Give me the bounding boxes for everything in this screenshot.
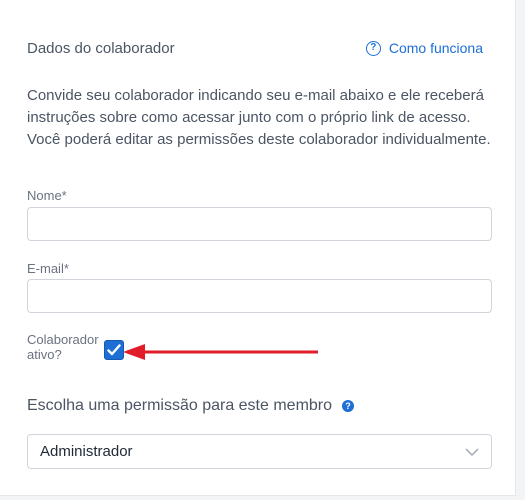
annotation-arrow-icon <box>123 344 318 360</box>
name-input[interactable] <box>27 207 492 241</box>
collaborator-form-panel: Dados do colaborador ? Como funciona Con… <box>0 0 516 496</box>
permission-heading: Escolha uma permissão para este membro ? <box>27 397 355 415</box>
checkmark-icon <box>107 344 121 356</box>
email-label: E-mail* <box>27 261 69 276</box>
section-title: Dados do colaborador <box>27 40 175 57</box>
chevron-down-icon <box>465 448 479 456</box>
permission-heading-text: Escolha uma permissão para este membro <box>27 397 333 414</box>
active-checkbox-label: Colaborador ativo? <box>27 332 99 362</box>
how-it-works-label: Como funciona <box>388 40 483 56</box>
active-checkbox[interactable] <box>104 340 124 360</box>
how-it-works-link[interactable]: ? Como funciona <box>365 40 483 56</box>
info-icon[interactable]: ? <box>342 400 355 412</box>
name-label: Nome* <box>27 188 67 203</box>
question-circle-icon: ? <box>365 40 381 56</box>
permission-select[interactable]: Administrador <box>27 434 492 469</box>
email-input[interactable] <box>27 279 492 313</box>
permission-selected-value: Administrador <box>40 443 133 460</box>
instructions-text: Convide seu colaborador indicando seu e-… <box>27 87 491 148</box>
